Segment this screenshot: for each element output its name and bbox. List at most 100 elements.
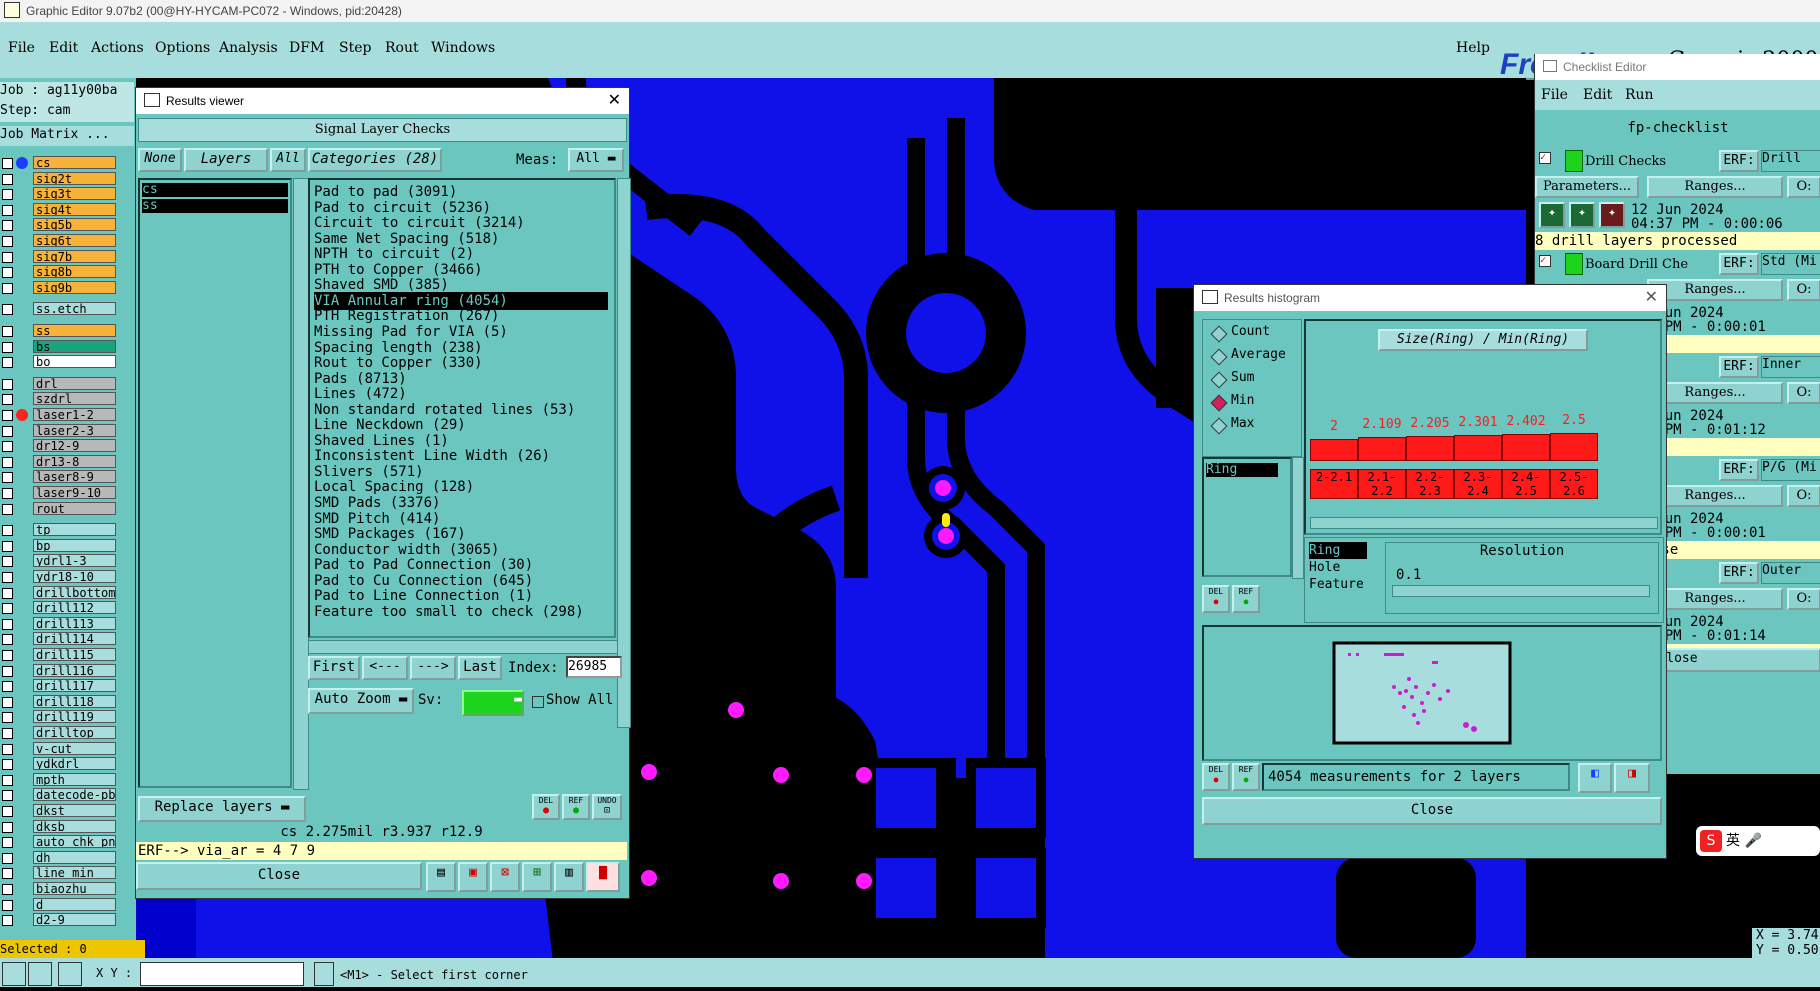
layer-row[interactable]: d2-9 <box>0 913 118 927</box>
layer-name[interactable]: drill116 <box>33 663 116 677</box>
ranges-button[interactable]: Ranges... <box>1647 279 1783 301</box>
all-button[interactable]: All <box>270 148 306 172</box>
erf-value[interactable]: Inner <box>1761 356 1820 378</box>
radio-icon[interactable] <box>1210 371 1228 389</box>
layer-checkbox[interactable] <box>2 282 13 294</box>
tool-icon-a[interactable] <box>2 962 26 986</box>
layer-name[interactable]: ss.etch <box>33 302 116 316</box>
prev-button[interactable]: <--- <box>362 656 408 680</box>
layer-checkbox[interactable] <box>2 759 13 771</box>
histogram-icon[interactable]: ▇ <box>586 862 620 892</box>
attr-list-scrollbar[interactable] <box>1292 457 1304 579</box>
o-button[interactable]: O: <box>1787 588 1820 610</box>
layer-name[interactable]: bp <box>33 538 116 552</box>
run-all-icon[interactable]: ✦ <box>1569 202 1595 228</box>
entry-checkbox[interactable]: ✓ <box>1539 255 1551 267</box>
erf-value[interactable]: Drill <box>1761 150 1820 172</box>
job-matrix-button[interactable]: Job Matrix ... <box>0 126 134 146</box>
layer-row[interactable]: sig4t <box>0 202 118 217</box>
layer-row[interactable]: datecode-pbe <box>0 788 118 802</box>
none-button[interactable]: None <box>138 148 182 172</box>
o-button[interactable]: O: <box>1787 279 1820 301</box>
first-button[interactable]: First <box>308 656 360 680</box>
layer-checkbox[interactable] <box>2 665 13 677</box>
last-button[interactable]: Last <box>458 656 502 680</box>
layer-row[interactable]: drill116 <box>0 663 118 678</box>
ime-toolbar[interactable]: S英 🎤 <box>1696 826 1820 856</box>
erf-button[interactable]: ERF: <box>1719 356 1759 378</box>
erf-value[interactable]: P/G (Mi <box>1761 459 1820 481</box>
layer-name[interactable]: drillbottom <box>33 585 116 599</box>
map-ref-button[interactable]: REF ● <box>1232 763 1260 791</box>
layer-row[interactable]: ydr18-10 <box>0 570 118 584</box>
aggregate-option-min[interactable]: Min <box>1231 393 1254 408</box>
layer-name[interactable]: bs <box>33 339 116 353</box>
layer-row[interactable]: drill117 <box>0 679 118 693</box>
menu-analysis[interactable]: Analysis <box>219 40 278 56</box>
layer-name[interactable]: tp <box>33 523 116 537</box>
menu-options[interactable]: Options <box>155 40 210 56</box>
layer-name[interactable]: sig2t <box>33 171 116 185</box>
attr-choice-hole[interactable]: Hole <box>1309 559 1371 576</box>
checklist-menu-run[interactable]: Run <box>1625 87 1654 103</box>
aggregate-option-sum[interactable]: Sum <box>1231 370 1254 385</box>
layer-name[interactable]: sig5b <box>33 218 116 232</box>
layer-list-scrollbar[interactable] <box>293 178 309 790</box>
layer-row[interactable]: sig8b <box>0 265 118 279</box>
radio-icon[interactable] <box>1210 348 1228 366</box>
layer-checkbox[interactable] <box>2 587 13 599</box>
layer-row[interactable]: sig6t <box>0 234 118 248</box>
aggregate-option-max[interactable]: Max <box>1231 416 1254 431</box>
histogram-bar[interactable] <box>1358 437 1406 461</box>
ranges-button[interactable]: Ranges... <box>1647 382 1783 404</box>
layer-name[interactable]: sig9b <box>33 280 116 294</box>
layer-name[interactable]: rout <box>33 501 116 515</box>
layer-row[interactable]: ss <box>0 324 118 338</box>
close-icon[interactable]: ✕ <box>1645 285 1658 311</box>
layer-name[interactable]: drill118 <box>33 694 116 708</box>
layer-row[interactable]: drill113 <box>0 616 118 631</box>
tool-icon-4[interactable]: ⊞ <box>522 862 552 892</box>
layer-checkbox[interactable] <box>2 852 13 864</box>
layer-checkbox[interactable] <box>2 712 13 724</box>
layer-row[interactable]: dksb <box>0 819 118 834</box>
layer-checkbox[interactable] <box>2 326 13 337</box>
histogram-bar[interactable] <box>1310 438 1358 461</box>
layer-name[interactable]: laser9-10 <box>33 486 116 499</box>
layer-checkbox[interactable] <box>2 774 13 786</box>
menu-file[interactable]: File <box>8 40 35 56</box>
layer-row[interactable]: drl <box>0 376 118 391</box>
histogram-attr-list[interactable]: Ring <box>1202 457 1292 577</box>
layer-checkbox[interactable] <box>2 410 13 421</box>
layer-name[interactable]: sig6t <box>33 234 116 247</box>
layer-name[interactable]: d <box>33 897 116 911</box>
layer-name[interactable]: drill115 <box>33 648 116 661</box>
layer-name[interactable]: sig3t <box>33 187 116 201</box>
layer-checkbox[interactable] <box>2 472 13 484</box>
meas-dropdown[interactable]: All ▬ <box>568 148 624 172</box>
sv-color-dropdown[interactable]: ▬ <box>462 690 524 716</box>
erf-button[interactable]: ERF: <box>1719 150 1759 172</box>
layer-checkbox[interactable] <box>2 899 13 911</box>
layer-name[interactable]: ydrl1-3 <box>33 554 116 568</box>
o-button[interactable]: O: <box>1787 485 1820 507</box>
hist-del-button[interactable]: DEL ● <box>1202 585 1230 613</box>
layer-name[interactable]: drl <box>33 376 116 390</box>
layer-checkbox[interactable] <box>2 425 13 437</box>
erf-button[interactable]: ERF: <box>1719 253 1759 275</box>
layer-name[interactable]: dh <box>33 850 116 864</box>
layer-checkbox[interactable] <box>2 304 13 316</box>
aggregate-option-count[interactable]: Count <box>1231 324 1270 339</box>
attr-choice-feature[interactable]: Feature <box>1309 576 1371 593</box>
del-button[interactable]: DEL ● <box>532 794 560 820</box>
map-del-button[interactable]: DEL ● <box>1202 763 1230 791</box>
layer-row[interactable]: drill115 <box>0 648 118 662</box>
radio-icon[interactable] <box>1210 325 1228 343</box>
layer-checkbox[interactable] <box>2 267 13 279</box>
layer-name[interactable]: laser8-9 <box>33 470 116 484</box>
parameters-button[interactable]: Parameters... <box>1535 176 1639 198</box>
run-icon[interactable]: ✦ <box>1539 202 1565 228</box>
stop-icon[interactable]: ✦ <box>1599 202 1625 228</box>
layer-row[interactable]: drillbottom <box>0 585 118 600</box>
layer-name[interactable]: sig4t <box>33 202 116 216</box>
